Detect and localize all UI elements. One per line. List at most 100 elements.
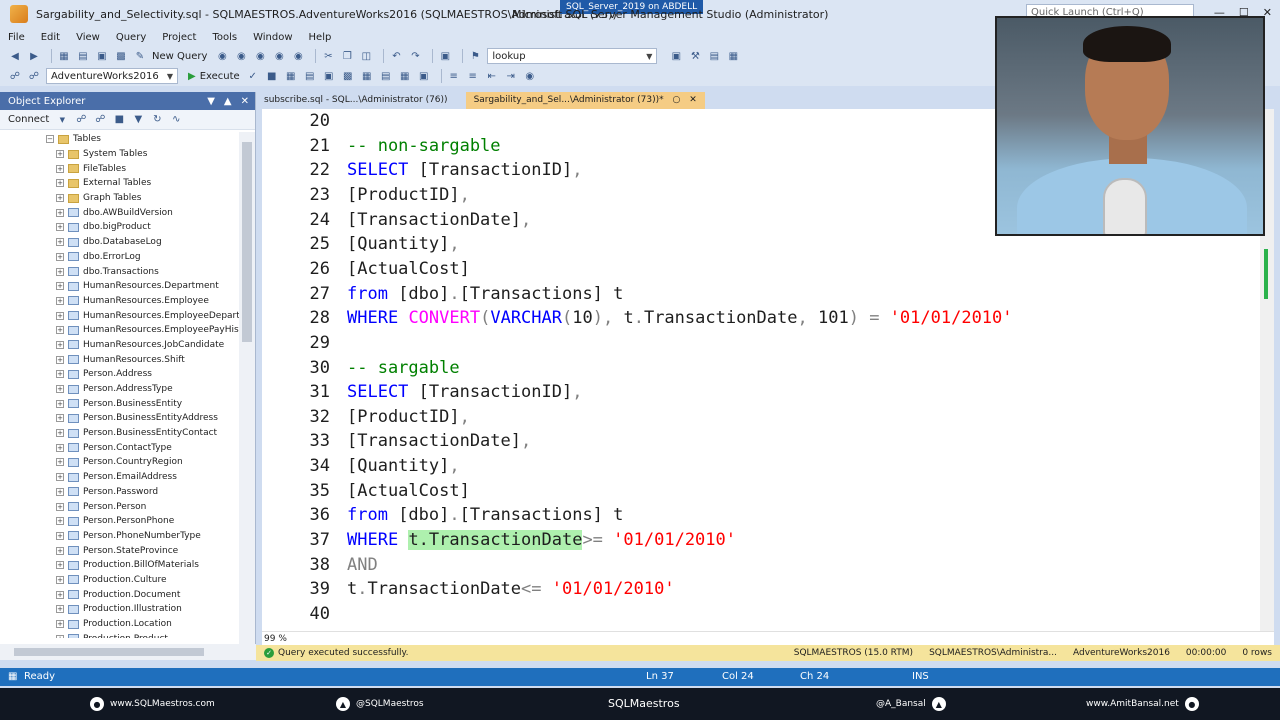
expand-icon[interactable]: + (56, 223, 64, 232)
stop-icon[interactable]: ■ (112, 113, 126, 127)
code-line[interactable]: 39 t.TransactionDate<= '01/01/2010' (262, 577, 675, 601)
object-explorer-hscrollbar[interactable] (0, 644, 256, 660)
tree-node[interactable]: + dbo.Transactions (0, 264, 240, 279)
connect-icon[interactable]: ☍ (8, 69, 22, 83)
expand-icon[interactable]: + (56, 605, 64, 614)
tree-node[interactable]: + FileTables (0, 161, 240, 176)
database-combo[interactable]: AdventureWorks2016 ▼ (46, 68, 178, 84)
tab-sargability[interactable]: Sargability_and_Sel...\Administrator (73… (465, 92, 705, 109)
redo-icon[interactable]: ↷ (408, 49, 422, 63)
copy-icon[interactable]: ❐ (340, 49, 354, 63)
expand-icon[interactable]: + (56, 179, 64, 188)
scrollbar-thumb[interactable] (14, 648, 204, 656)
tree-node[interactable]: + dbo.AWBuildVersion (0, 205, 240, 220)
display-estimated-plan-icon[interactable]: ▦ (284, 69, 298, 83)
expand-icon[interactable]: + (56, 443, 64, 452)
tree-node[interactable]: + Production.Document (0, 587, 240, 602)
tree-node[interactable]: + Person.CountryRegion (0, 455, 240, 470)
specify-values-icon[interactable]: ◉ (523, 69, 537, 83)
uncomment-icon[interactable]: ≡ (466, 69, 480, 83)
expand-icon[interactable]: + (56, 194, 64, 203)
code-line[interactable]: 35 [ActualCost] (262, 479, 470, 503)
code-line[interactable]: 28 WHERE CONVERT(VARCHAR(10), t.Transacti… (262, 306, 1013, 330)
scrollbar-thumb[interactable] (242, 142, 252, 342)
expand-icon[interactable]: + (56, 561, 64, 570)
code-line[interactable]: 36 from [dbo].[Transactions] t (262, 503, 624, 527)
dmx-query-icon[interactable]: ◉ (272, 49, 286, 63)
expand-icon[interactable]: + (56, 620, 64, 629)
window-layout-icon[interactable]: ▦ (726, 49, 740, 63)
zoom-level[interactable]: 99 % (264, 634, 309, 644)
properties-icon[interactable]: ▣ (669, 49, 683, 63)
expand-icon[interactable]: + (56, 340, 64, 349)
expand-icon[interactable]: + (56, 385, 64, 394)
expand-icon[interactable]: + (56, 252, 64, 261)
xmla-query-icon[interactable]: ◉ (291, 49, 305, 63)
code-line[interactable]: 34 [Quantity], (262, 454, 460, 478)
results-to-file-icon[interactable]: ▣ (417, 69, 431, 83)
code-line[interactable]: 20 (262, 109, 347, 133)
comment-icon[interactable]: ≡ (447, 69, 461, 83)
find-icon[interactable]: ⚑ (468, 49, 482, 63)
tree-node[interactable]: + HumanResources.EmployeeDepartm (0, 308, 240, 323)
open-icon[interactable]: ▤ (76, 49, 90, 63)
refresh-icon[interactable]: ↻ (150, 113, 164, 127)
code-line[interactable]: 21 -- non-sargable (262, 134, 501, 158)
new-query-icon[interactable]: ✎ (133, 49, 147, 63)
expand-icon[interactable]: + (56, 458, 64, 467)
live-stats-icon[interactable]: ▩ (341, 69, 355, 83)
code-line[interactable]: 25 [Quantity], (262, 232, 460, 256)
code-line[interactable]: 26 [ActualCost] (262, 257, 470, 281)
parse-check-icon[interactable]: ✓ (246, 69, 260, 83)
dropdown-icon[interactable]: ▼ (207, 96, 215, 107)
find-combo[interactable]: lookup ▼ (487, 48, 658, 64)
tree-node[interactable]: + Person.BusinessEntityContact (0, 426, 240, 441)
expand-icon[interactable]: + (56, 414, 64, 423)
menu-help[interactable]: Help (309, 32, 332, 43)
forward-icon[interactable]: ▶ (27, 49, 41, 63)
expand-icon[interactable]: + (56, 370, 64, 379)
collapse-icon[interactable]: − (46, 135, 54, 144)
pin-icon[interactable]: ○ (673, 95, 681, 105)
expand-icon[interactable]: + (56, 502, 64, 511)
results-to-grid-icon[interactable]: ▦ (398, 69, 412, 83)
expand-icon[interactable]: + (56, 326, 64, 335)
tab-subscribe[interactable]: subscribe.sql - SQL...\Administrator (76… (256, 92, 456, 109)
tree-node[interactable]: + Person.ContactType (0, 440, 240, 455)
tree-node-tables[interactable]: − Tables (0, 132, 240, 147)
paste-icon[interactable]: ◫ (359, 49, 373, 63)
db-engine-query-icon[interactable]: ◉ (215, 49, 229, 63)
new-project-icon[interactable]: ▦ (57, 49, 71, 63)
code-line[interactable]: 23 [ProductID], (262, 183, 470, 207)
expand-icon[interactable]: + (56, 164, 64, 173)
expand-icon[interactable]: + (56, 311, 64, 320)
expand-icon[interactable]: + (56, 296, 64, 305)
code-line[interactable]: 22 SELECT [TransactionID], (262, 158, 583, 182)
tree-node[interactable]: + Graph Tables (0, 191, 240, 206)
execute-button[interactable]: ▶ Execute (188, 71, 240, 82)
tree-node[interactable]: + Production.Culture (0, 573, 240, 588)
tree-node[interactable]: + HumanResources.Shift (0, 352, 240, 367)
menu-file[interactable]: File (8, 32, 25, 43)
menu-edit[interactable]: Edit (41, 32, 60, 43)
code-line[interactable]: 33 [TransactionDate], (262, 429, 532, 453)
expand-icon[interactable]: + (56, 267, 64, 276)
client-stats-icon[interactable]: ▦ (360, 69, 374, 83)
tree-node[interactable]: + Person.AddressType (0, 382, 240, 397)
tree-node[interactable]: + Person.Password (0, 485, 240, 500)
code-line[interactable]: 37 WHERE t.TransactionDate>= '01/01/2010' (262, 528, 736, 552)
wrench-icon[interactable]: ⚒ (688, 49, 702, 63)
menu-tools[interactable]: Tools (212, 32, 237, 43)
indent-icon[interactable]: ⇥ (504, 69, 518, 83)
code-line[interactable]: 29 (262, 331, 347, 355)
tree-node[interactable]: + HumanResources.EmployeePayHisto (0, 323, 240, 338)
expand-icon[interactable]: + (56, 282, 64, 291)
filter-icon[interactable]: ▼ (131, 113, 145, 127)
tree-node[interactable]: + HumanResources.Department (0, 279, 240, 294)
code-line[interactable]: 40 (262, 602, 347, 626)
save-all-icon[interactable]: ▩ (114, 49, 128, 63)
menu-query[interactable]: Query (116, 32, 146, 43)
tree-node[interactable]: + Person.EmailAddress (0, 470, 240, 485)
undo-icon[interactable]: ↶ (389, 49, 403, 63)
tree-node[interactable]: + Person.Person (0, 499, 240, 514)
